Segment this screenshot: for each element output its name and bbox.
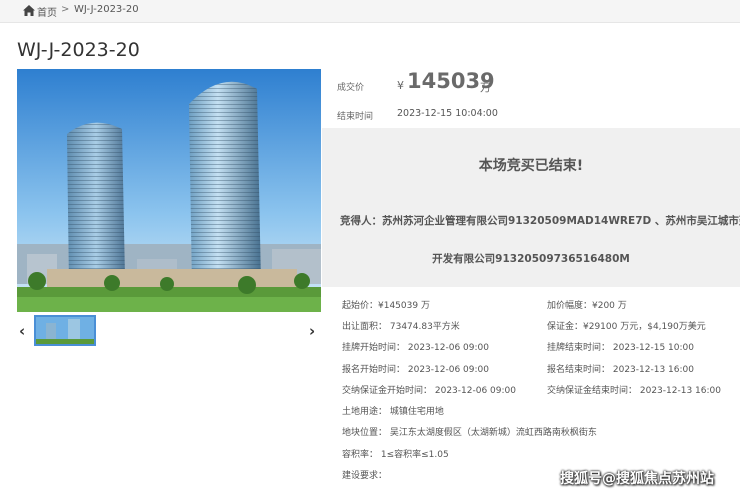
- building-rendering-image: [17, 69, 321, 312]
- breadcrumb-home-link[interactable]: 首页: [37, 4, 57, 19]
- deposit-start-time: 交纳保证金开始时间： 2023-12-06 09:00: [342, 386, 516, 396]
- price-unit: 万: [480, 81, 491, 94]
- end-time-label: 结束时间: [337, 112, 374, 122]
- signup-start-time: 报名开始时间： 2023-12-06 09:00: [342, 365, 489, 375]
- listing-start-time: 挂牌开始时间： 2023-12-06 09:00: [342, 343, 489, 353]
- price-label: 成交价: [337, 83, 365, 93]
- construction-requirements: 建设要求：: [342, 471, 388, 481]
- watermark: 搜狐号@搜狐焦点苏州站: [560, 471, 714, 487]
- next-image-button[interactable]: ›: [309, 322, 315, 340]
- thumbnail-strip: ‹ ›: [17, 314, 321, 348]
- deposit-amount: 保证金：¥29100 万元，$4,190万美元: [547, 322, 706, 332]
- breadcrumb-separator: >: [61, 4, 70, 15]
- home-icon[interactable]: [23, 5, 35, 16]
- auction-ended-message: 本场竞买已结束!: [478, 158, 584, 174]
- transfer-area: 出让面积： 73474.83平方米: [342, 322, 460, 332]
- deposit-end-time: 交纳保证金结束时间： 2023-12-13 16:00: [547, 386, 721, 396]
- start-price: 起始价：¥145039 万: [342, 301, 430, 311]
- thumbnail-1[interactable]: [34, 315, 96, 346]
- listing-end-time: 挂牌结束时间： 2023-12-15 10:00: [547, 343, 694, 353]
- currency-symbol: ¥: [397, 79, 404, 92]
- winner-line-1: 竞得人：苏州苏河企业管理有限公司91320509MAD14WRE7D 、苏州市吴…: [340, 215, 740, 227]
- signup-end-time: 报名结束时间： 2023-12-13 16:00: [547, 365, 694, 375]
- breadcrumb: 首页 > WJ-J-2023-20: [0, 0, 740, 23]
- thumbnail-image: [36, 317, 94, 344]
- bid-increment: 加价幅度：¥200 万: [547, 301, 627, 311]
- prev-image-button[interactable]: ‹: [19, 322, 25, 340]
- winner-line-2: 开发有限公司91320509736516480M: [432, 253, 630, 265]
- main-photo[interactable]: [17, 69, 321, 312]
- land-location: 地块位置： 吴江东太湖度假区（太湖新城）流虹西路南秋枫街东: [342, 428, 597, 438]
- breadcrumb-current: WJ-J-2023-20: [74, 4, 139, 15]
- page-title: WJ-J-2023-20: [17, 39, 140, 61]
- end-time-value: 2023-12-15 10:04:00: [397, 108, 498, 119]
- land-use: 土地用途： 城镇住宅用地: [342, 407, 444, 417]
- plot-ratio: 容积率： 1≤容积率≤1.05: [342, 450, 449, 460]
- auction-result-panel: 本场竞买已结束! 竞得人：苏州苏河企业管理有限公司91320509MAD14WR…: [322, 128, 740, 287]
